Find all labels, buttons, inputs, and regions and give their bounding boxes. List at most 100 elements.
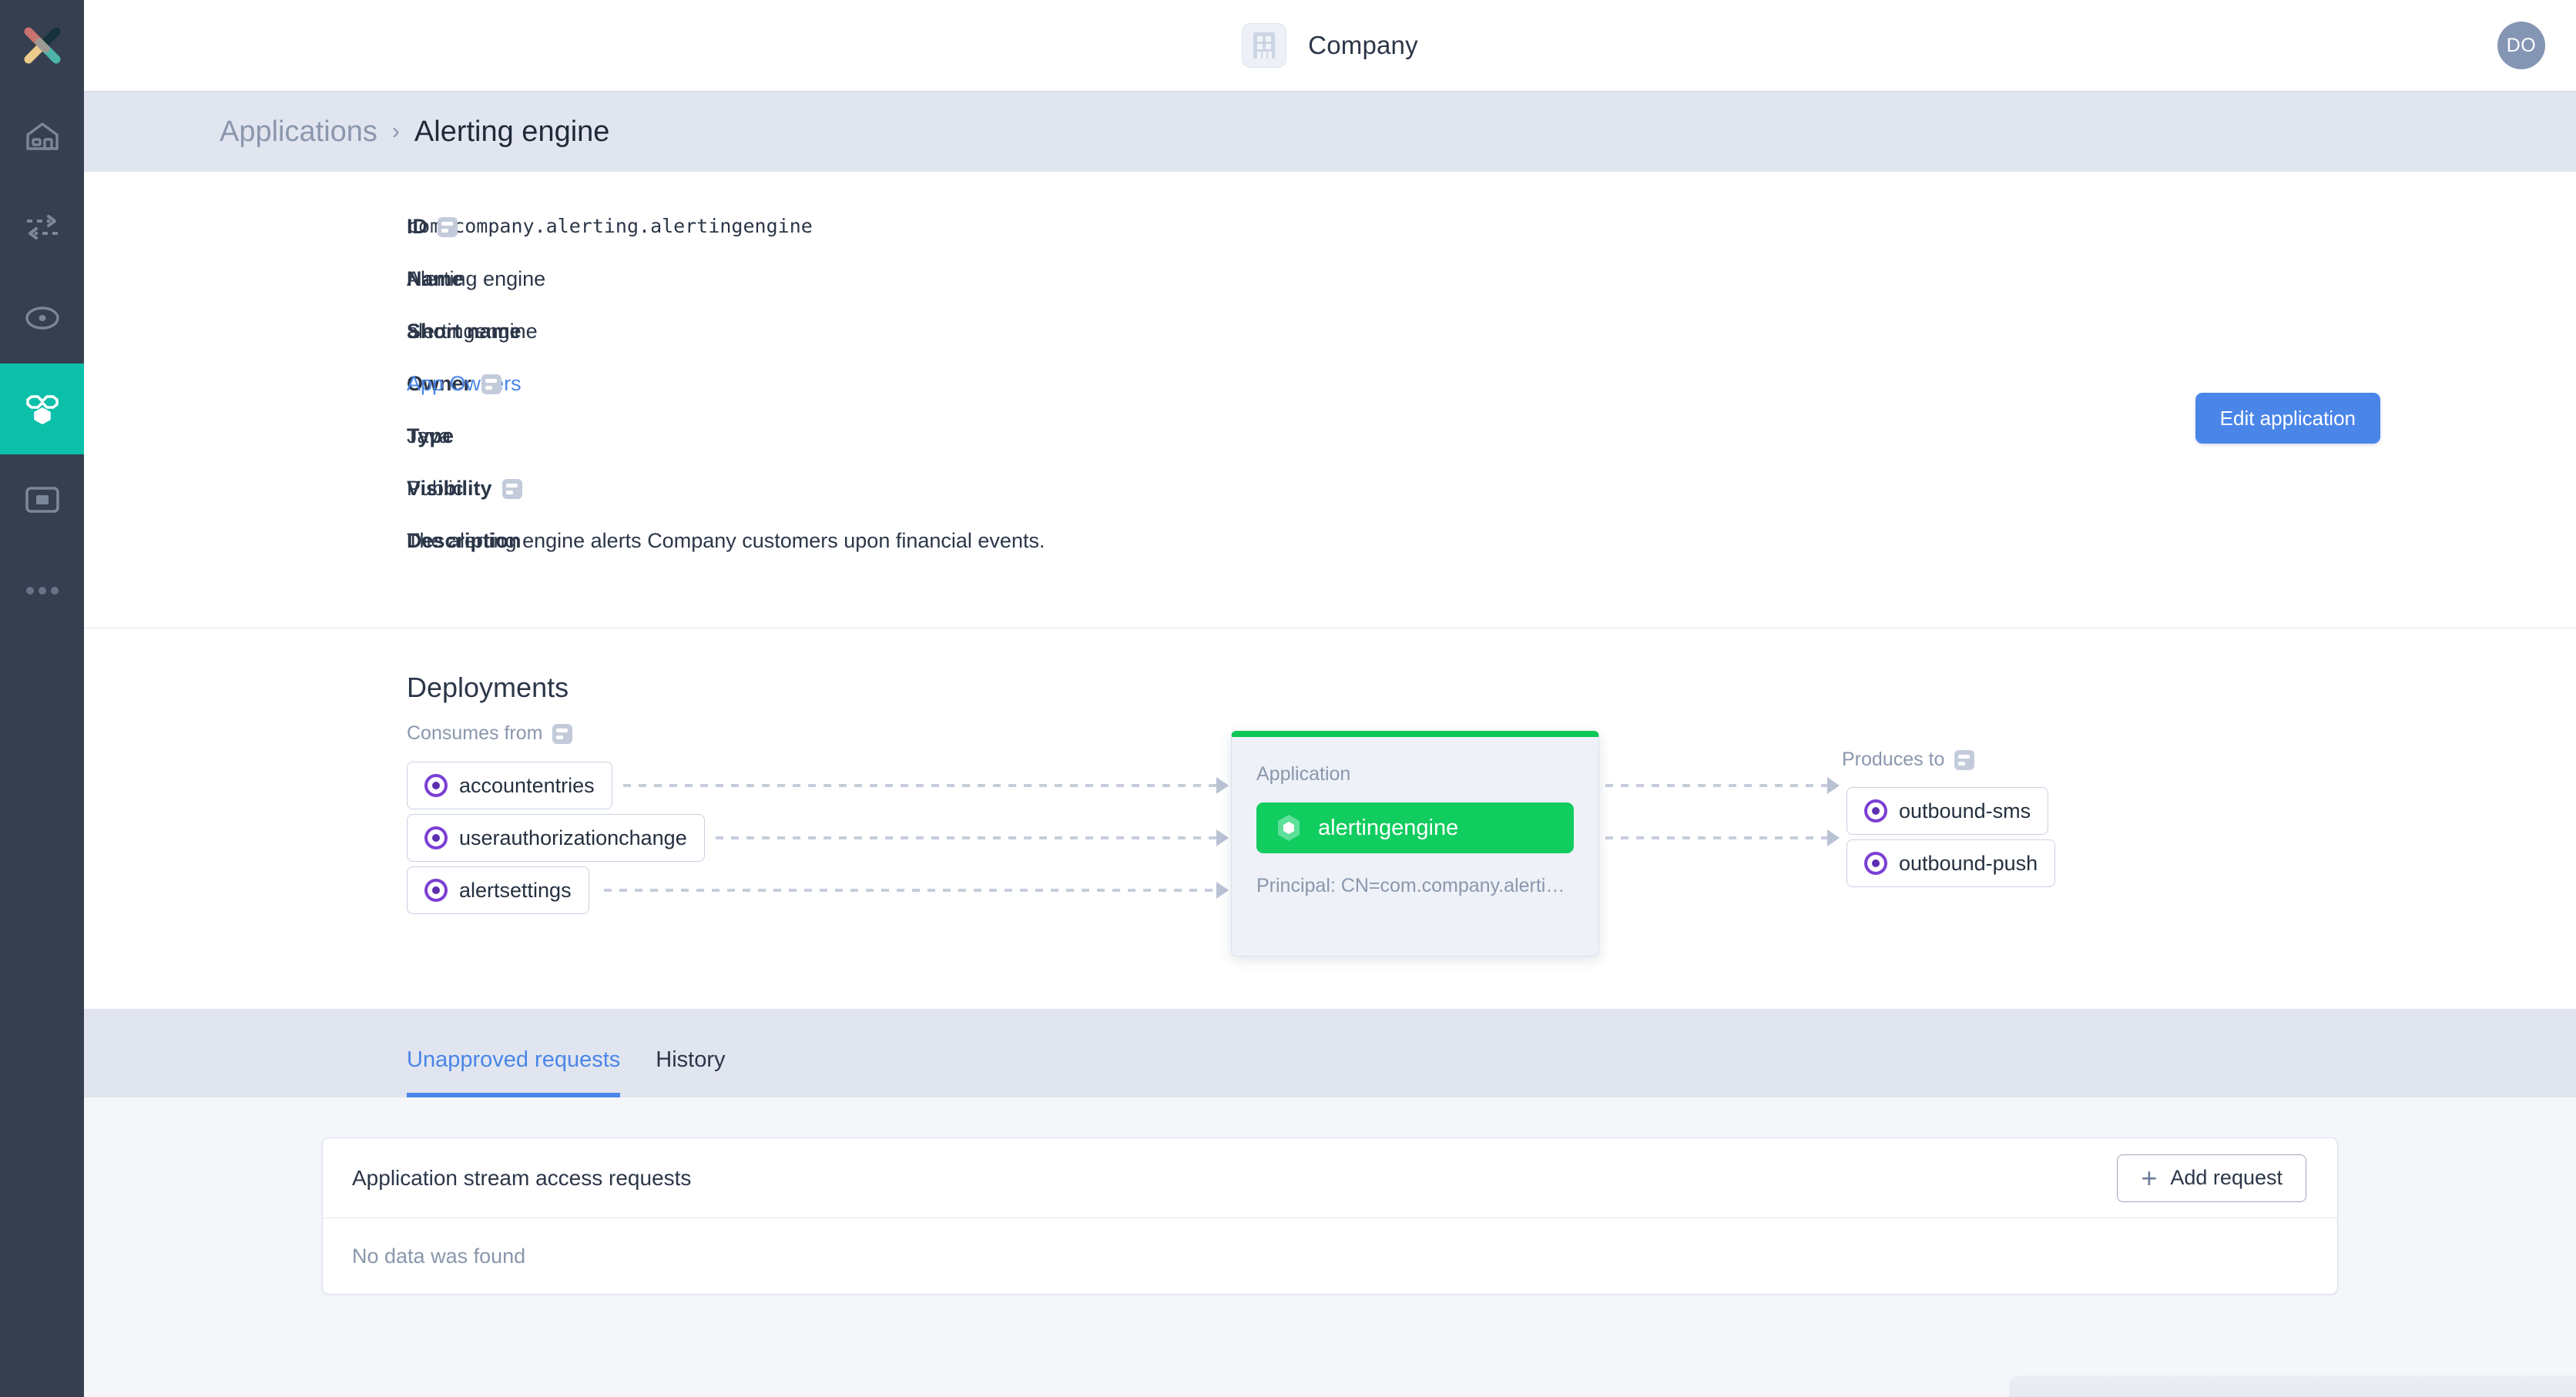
application-pill[interactable]: alertingengine xyxy=(1256,802,1574,853)
sidebar-item-environments[interactable] xyxy=(0,454,84,545)
produces-to-label: Produces to xyxy=(1842,749,1975,771)
topic-label: accountentries xyxy=(459,773,595,797)
sidebar-item-more[interactable] xyxy=(0,545,84,636)
empty-state-text: No data was found xyxy=(352,1244,526,1268)
topic-label: alertsettings xyxy=(459,878,572,902)
flow-arrowhead xyxy=(1216,777,1229,794)
flow-arrowhead xyxy=(1216,829,1229,846)
card-principal: Principal: CN=com.company.alerti… xyxy=(1256,875,1565,896)
detail-value: Java xyxy=(407,424,451,447)
application-details: ID com.company.alerting.alertingengine N… xyxy=(84,172,2576,628)
detail-row-description: Description The alerting engine alerts C… xyxy=(84,529,2576,581)
info-icon[interactable] xyxy=(481,374,502,394)
info-icon[interactable] xyxy=(438,216,458,237)
company-selector[interactable]: Company xyxy=(1242,23,1418,68)
detail-row-visibility: Visibility Public xyxy=(84,477,2576,529)
topic-eye-icon xyxy=(25,307,59,330)
detail-label: ID xyxy=(84,215,458,239)
topic-label: outbound-sms xyxy=(1899,799,2031,822)
topic-icon xyxy=(1864,852,1887,875)
consumed-topic-node[interactable]: userauthorizationchange xyxy=(407,814,705,862)
detail-value: Public xyxy=(407,477,464,500)
flow-connector xyxy=(623,784,1216,787)
application-pill-label: alertingengine xyxy=(1318,815,1459,840)
home-icon xyxy=(25,122,59,150)
detail-row-name: Name Alerting engine xyxy=(84,267,2576,320)
requests-card-body: No data was found xyxy=(323,1218,2337,1294)
application-node-card: Application alertingengine Principal: CN… xyxy=(1231,731,1599,956)
tab-history[interactable]: History xyxy=(656,1047,725,1097)
flow-connector xyxy=(604,889,1216,892)
flow-connector xyxy=(716,836,1216,839)
app-logo[interactable] xyxy=(0,0,84,91)
tab-bar: Unapproved requests History xyxy=(84,1010,2576,1097)
add-request-label: Add request xyxy=(2170,1166,2283,1189)
detail-value: Alerting engine xyxy=(407,267,546,290)
requests-card: Application stream access requests + Add… xyxy=(322,1137,2338,1295)
detail-label: Owner xyxy=(84,372,502,396)
detail-row-short-name: Short name alertingengine xyxy=(84,320,2576,372)
content-area: Application stream access requests + Add… xyxy=(84,1097,2576,1397)
topic-icon xyxy=(424,826,448,849)
detail-label: Name xyxy=(84,267,464,291)
deployment-flow-diagram: Consumes from Produces to accountentries… xyxy=(84,722,2576,967)
detail-value: com.company.alerting.alertingengine xyxy=(407,215,813,237)
consumed-topic-node[interactable]: alertsettings xyxy=(407,866,589,914)
tab-unapproved-requests[interactable]: Unapproved requests xyxy=(407,1047,621,1097)
sidebar-item-home[interactable] xyxy=(0,91,84,182)
breadcrumb-parent[interactable]: Applications xyxy=(220,116,377,149)
x-logo-icon xyxy=(24,27,60,64)
consumes-from-label: Consumes from xyxy=(407,722,573,745)
exchange-arrows-icon xyxy=(26,215,58,240)
flow-arrowhead xyxy=(1827,777,1840,794)
company-name: Company xyxy=(1308,31,1418,59)
owner-link[interactable]: App Owners xyxy=(407,372,522,396)
breadcrumb: Applications › Alerting engine xyxy=(84,91,2576,172)
topic-label: userauthorizationchange xyxy=(459,826,687,849)
deployments-section: Deployments Acceptance Consumes from xyxy=(84,628,2576,1379)
avatar[interactable]: DO xyxy=(2497,22,2545,69)
topic-icon xyxy=(424,879,448,902)
plus-icon: + xyxy=(2141,1161,2158,1194)
nodes-hexagon-icon xyxy=(25,395,59,424)
sidebar-item-applications[interactable] xyxy=(0,363,84,454)
bottom-status-bar xyxy=(2009,1375,2576,1397)
breadcrumb-separator: › xyxy=(391,119,400,144)
sidebar xyxy=(0,0,84,1397)
detail-value: The alerting engine alerts Company custo… xyxy=(407,529,1045,552)
produces-to-text: Produces to xyxy=(1842,749,1945,770)
flow-connector xyxy=(1605,784,1829,787)
detail-value: alertingengine xyxy=(407,320,538,343)
sidebar-item-topics[interactable] xyxy=(0,273,84,363)
topbar: Company DO xyxy=(84,0,2576,91)
consumes-from-text: Consumes from xyxy=(407,722,543,744)
card-kicker: Application xyxy=(1256,763,1351,785)
flow-arrowhead xyxy=(1827,829,1840,846)
ellipsis-icon xyxy=(25,587,59,595)
sidebar-item-connections[interactable] xyxy=(0,182,84,273)
edit-application-button[interactable]: Edit application xyxy=(2195,393,2380,444)
consumed-topic-node[interactable]: accountentries xyxy=(407,762,612,809)
building-glyph xyxy=(1253,32,1276,59)
info-icon[interactable] xyxy=(1954,749,1975,770)
detail-label: Visibility xyxy=(84,477,522,501)
requests-title: Application stream access requests xyxy=(352,1165,692,1190)
topic-label: outbound-push xyxy=(1899,851,2038,875)
hexagon-node-icon xyxy=(1273,812,1304,843)
info-icon[interactable] xyxy=(501,478,522,499)
app-root: Company DO Applications › Alerting engin… xyxy=(0,0,2576,1397)
detail-row-id: ID com.company.alerting.alertingengine xyxy=(84,215,2576,267)
produced-topic-node[interactable]: outbound-sms xyxy=(1846,787,2049,835)
info-icon[interactable] xyxy=(552,723,573,744)
requests-card-header: Application stream access requests + Add… xyxy=(323,1138,2337,1218)
add-request-button[interactable]: + Add request xyxy=(2117,1154,2306,1202)
page-title: Alerting engine xyxy=(414,115,610,148)
topic-icon xyxy=(1864,799,1887,822)
detail-label: Short name xyxy=(84,320,522,343)
topic-icon xyxy=(424,774,448,797)
deployments-title: Deployments xyxy=(407,672,569,703)
detail-label: Type xyxy=(84,424,454,448)
detail-label: Description xyxy=(84,529,522,553)
produced-topic-node[interactable]: outbound-push xyxy=(1846,839,2056,887)
flow-arrowhead xyxy=(1216,882,1229,899)
